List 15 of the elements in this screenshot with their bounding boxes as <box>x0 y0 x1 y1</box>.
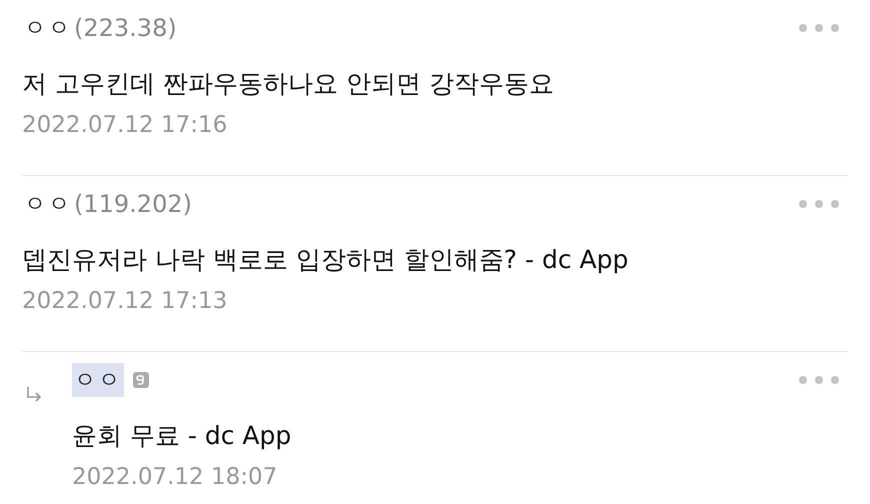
comment-time: 2022.07.12 18:07 <box>72 464 278 490</box>
author-name[interactable]: ㅇㅇ <box>22 11 74 45</box>
ip-address: (223.38) <box>74 14 177 42</box>
ip-address: (119.202) <box>74 190 192 218</box>
comment-text: 뎁진유저라 나락 백로로 입장하면 할인해줌? - dc App <box>22 244 630 276</box>
comment-text: 윤회 무료 - dc App <box>72 420 292 452</box>
reply-arrow-icon <box>24 384 44 404</box>
author-name[interactable]: ㅇㅇ <box>22 187 74 221</box>
more-options-icon[interactable] <box>798 375 840 385</box>
more-options-icon[interactable] <box>798 23 840 33</box>
comment-time: 2022.07.12 17:13 <box>22 288 228 314</box>
author-name[interactable]: ㅇㅇ <box>72 363 124 397</box>
comment-time: 2022.07.12 17:16 <box>22 112 228 138</box>
more-options-icon[interactable] <box>798 199 840 209</box>
comment-text: 저 고우킨데 짠파우동하나요 안되면 강작우동요 <box>22 68 555 100</box>
